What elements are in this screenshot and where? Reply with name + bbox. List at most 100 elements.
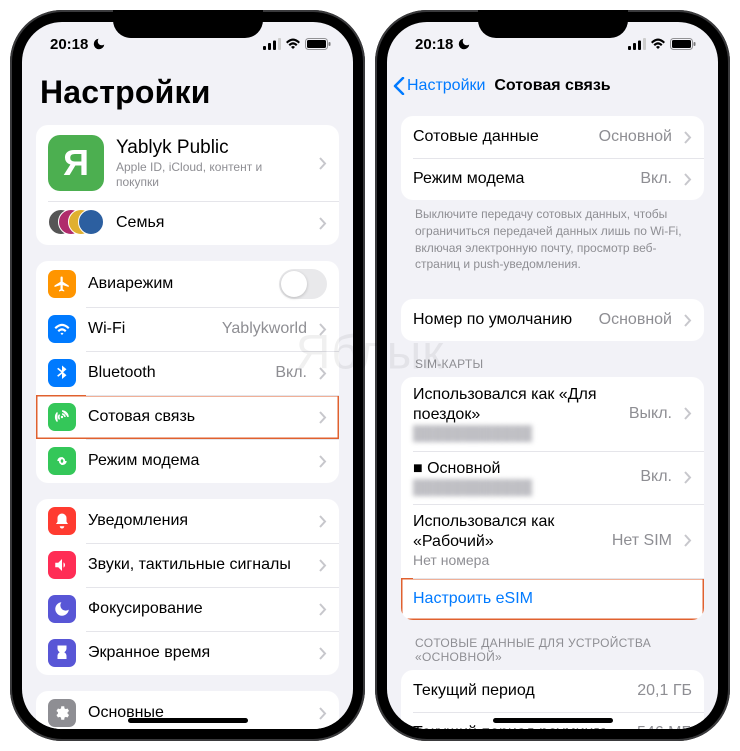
setup-esim-label: Настроить eSIM bbox=[413, 589, 692, 609]
wifi-row[interactable]: Wi-Fi Yablykworld bbox=[36, 307, 339, 351]
roaming-period-label: Текущий период роуминга bbox=[413, 723, 625, 729]
airplane-toggle[interactable] bbox=[279, 269, 327, 299]
dnd-moon-icon bbox=[457, 37, 471, 51]
chevron-right-icon bbox=[684, 407, 692, 420]
cellular-signal-icon bbox=[263, 38, 281, 50]
chevron-right-icon bbox=[684, 131, 692, 144]
chevron-left-icon bbox=[393, 77, 405, 95]
home-indicator[interactable] bbox=[493, 718, 613, 723]
screentime-icon bbox=[48, 639, 76, 667]
apple-id-sub: Apple ID, iCloud, контент и покупки bbox=[116, 160, 307, 190]
notch bbox=[113, 10, 263, 38]
family-avatars-icon bbox=[48, 209, 104, 237]
chevron-right-icon bbox=[684, 314, 692, 327]
focus-label: Фокусирование bbox=[88, 599, 307, 619]
apple-id-row[interactable]: Я Yablyk Public Apple ID, iCloud, контен… bbox=[36, 125, 339, 201]
chevron-right-icon bbox=[319, 367, 327, 380]
screen-settings: 20:18 Настройки Я Yablyk Public Apple ID… bbox=[22, 22, 353, 729]
sim-1-number: ████████████ bbox=[413, 425, 617, 443]
sim-2-number: ████████████ bbox=[413, 479, 628, 497]
wifi-label: Wi-Fi bbox=[88, 319, 210, 339]
chevron-right-icon bbox=[684, 173, 692, 186]
back-label: Настройки bbox=[407, 77, 485, 95]
screen-cellular: 20:18 Настройки Сотовая связь Сотовые да… bbox=[387, 22, 718, 729]
sim-3-value: Нет SIM bbox=[612, 532, 672, 550]
chevron-right-icon bbox=[319, 559, 327, 572]
sim-3-number: Нет номера bbox=[413, 552, 600, 570]
back-button[interactable]: Настройки bbox=[393, 77, 485, 95]
family-row[interactable]: Семья bbox=[36, 201, 339, 245]
cellular-row[interactable]: Сотовая связь bbox=[36, 395, 339, 439]
hotspot-mode-value: Вкл. bbox=[640, 170, 672, 188]
cellular-signal-icon bbox=[628, 38, 646, 50]
setup-esim-row[interactable]: Настроить eSIM bbox=[401, 578, 704, 620]
notifications-row[interactable]: Уведомления bbox=[36, 499, 339, 543]
chevron-right-icon bbox=[319, 411, 327, 424]
cellular-data-label: Сотовые данные bbox=[413, 127, 587, 147]
current-period-row[interactable]: Текущий период 20,1 ГБ bbox=[401, 670, 704, 712]
wifi-status-icon bbox=[650, 38, 666, 50]
sim-row-1[interactable]: Использовался как «Для поездок» ████████… bbox=[401, 377, 704, 451]
hotspot-mode-label: Режим модема bbox=[413, 169, 628, 189]
sounds-icon bbox=[48, 551, 76, 579]
phone-left-frame: 20:18 Настройки Я Yablyk Public Apple ID… bbox=[10, 10, 365, 741]
cellular-icon bbox=[48, 403, 76, 431]
default-number-label: Номер по умолчанию bbox=[413, 310, 587, 330]
chevron-right-icon bbox=[684, 534, 692, 547]
sounds-label: Звуки, тактильные сигналы bbox=[88, 555, 307, 575]
screentime-label: Экранное время bbox=[88, 643, 307, 663]
wifi-status-icon bbox=[285, 38, 301, 50]
hotspot-label: Режим модема bbox=[88, 451, 307, 471]
current-period-label: Текущий период bbox=[413, 681, 625, 701]
hotspot-row[interactable]: Режим модема bbox=[36, 439, 339, 483]
status-time: 20:18 bbox=[50, 36, 88, 53]
sim-2-label: ■ Основной bbox=[413, 459, 628, 479]
family-label: Семья bbox=[116, 213, 307, 233]
sim-2-value: Вкл. bbox=[640, 468, 672, 486]
cellular-data-footer: Выключите передачу сотовых данных, чтобы… bbox=[401, 206, 704, 283]
hotspot-mode-row[interactable]: Режим модема Вкл. bbox=[401, 158, 704, 200]
airplane-row[interactable]: Авиарежим bbox=[36, 261, 339, 307]
roaming-period-value: 546 МБ bbox=[637, 724, 692, 729]
chevron-right-icon bbox=[319, 603, 327, 616]
focus-icon bbox=[48, 595, 76, 623]
airplane-icon bbox=[48, 270, 76, 298]
sim-1-label: Использовался как «Для поездок» bbox=[413, 385, 617, 425]
sounds-row[interactable]: Звуки, тактильные сигналы bbox=[36, 543, 339, 587]
default-number-value: Основной bbox=[599, 311, 672, 329]
apple-id-avatar: Я bbox=[48, 135, 104, 191]
screentime-row[interactable]: Экранное время bbox=[36, 631, 339, 675]
general-row[interactable]: Основные bbox=[36, 691, 339, 729]
chevron-right-icon bbox=[319, 323, 327, 336]
nav-title: Сотовая связь bbox=[494, 77, 610, 95]
sim-section-header: SIM-КАРТЫ bbox=[401, 357, 704, 377]
default-number-row[interactable]: Номер по умолчанию Основной bbox=[401, 299, 704, 341]
hotspot-icon bbox=[48, 447, 76, 475]
wifi-value: Yablykworld bbox=[222, 320, 307, 338]
status-time: 20:18 bbox=[415, 36, 453, 53]
apple-id-name: Yablyk Public bbox=[116, 137, 229, 158]
battery-icon bbox=[670, 38, 696, 50]
navbar: Настройки Сотовая связь bbox=[387, 66, 718, 106]
wifi-icon bbox=[48, 315, 76, 343]
notifications-label: Уведомления bbox=[88, 511, 307, 531]
sim-row-3[interactable]: Использовался как «Рабочий» Нет номера Н… bbox=[401, 504, 704, 578]
battery-icon bbox=[305, 38, 331, 50]
chevron-right-icon bbox=[319, 217, 327, 230]
bluetooth-row[interactable]: Bluetooth Вкл. bbox=[36, 351, 339, 395]
chevron-right-icon bbox=[684, 471, 692, 484]
chevron-right-icon bbox=[319, 515, 327, 528]
focus-row[interactable]: Фокусирование bbox=[36, 587, 339, 631]
bluetooth-value: Вкл. bbox=[275, 364, 307, 382]
sim-1-value: Выкл. bbox=[629, 405, 672, 423]
chevron-right-icon bbox=[319, 455, 327, 468]
cellular-data-value: Основной bbox=[599, 128, 672, 146]
sim-row-2[interactable]: ■ Основной ████████████ Вкл. bbox=[401, 451, 704, 505]
phone-right-frame: 20:18 Настройки Сотовая связь Сотовые да… bbox=[375, 10, 730, 741]
data-section-header: СОТОВЫЕ ДАННЫЕ ДЛЯ УСТРОЙСТВА «ОСНОВНОЙ» bbox=[401, 636, 704, 670]
page-title: Настройки bbox=[40, 74, 335, 111]
cellular-data-row[interactable]: Сотовые данные Основной bbox=[401, 116, 704, 158]
chevron-right-icon bbox=[319, 157, 327, 170]
chevron-right-icon bbox=[319, 647, 327, 660]
home-indicator[interactable] bbox=[128, 718, 248, 723]
